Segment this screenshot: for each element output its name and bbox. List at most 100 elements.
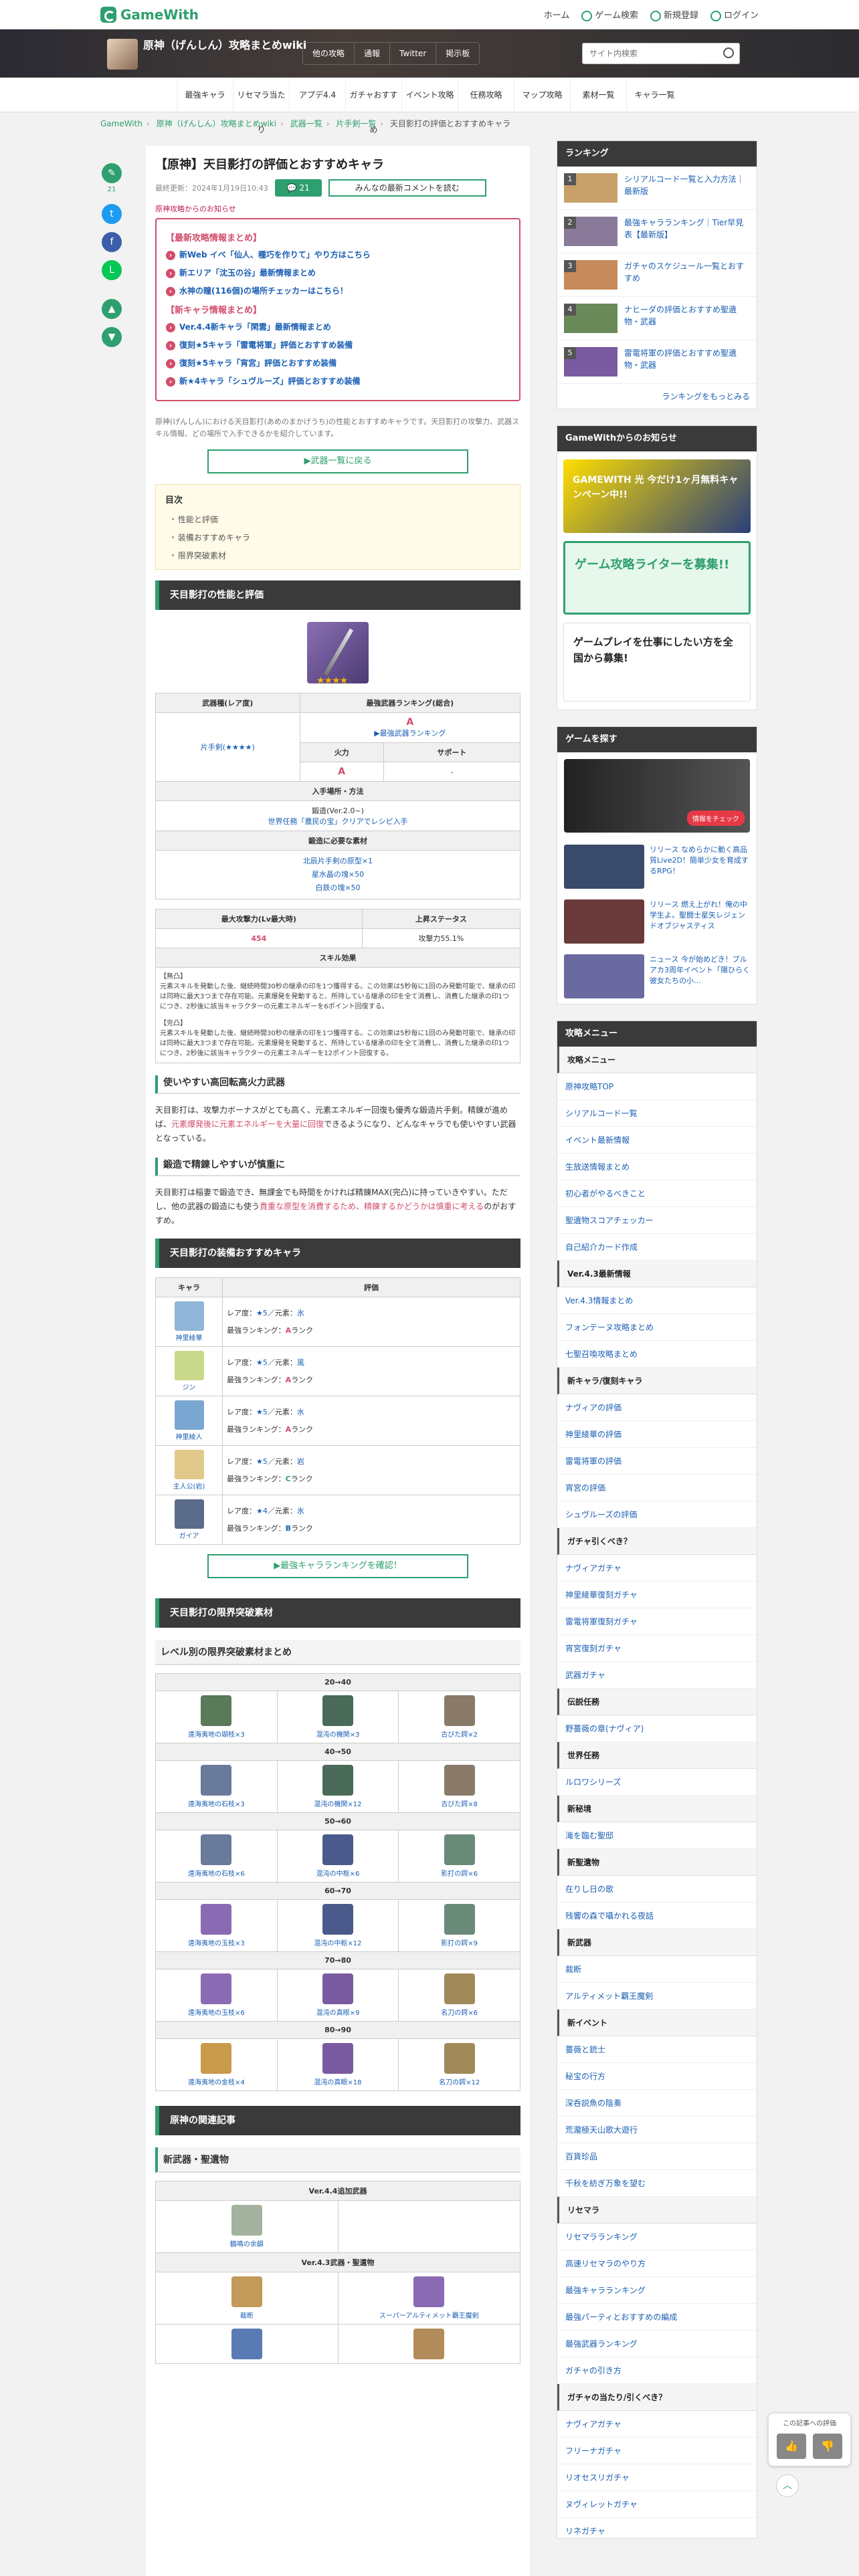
menu-item[interactable]: 在りし日の歌 <box>557 1876 757 1903</box>
material-name[interactable]: 古びた鍔×2 <box>403 1729 516 1739</box>
menu-item[interactable]: 原神攻略TOP <box>557 1073 757 1100</box>
material-name[interactable]: 混沌の中枢×12 <box>282 1937 395 1947</box>
thumbs-up-icon[interactable]: ▲ <box>102 299 122 319</box>
char-name[interactable]: ジン <box>160 1382 218 1392</box>
menu-item[interactable]: ガチャの引き方 <box>557 2357 757 2384</box>
menu-item[interactable]: 残響の森で囁かれる夜話 <box>557 1903 757 1929</box>
material-icon[interactable] <box>201 2043 232 2074</box>
char-icon[interactable] <box>174 1351 204 1380</box>
material-icon[interactable] <box>322 1834 353 1865</box>
notice-link[interactable]: 新Web イベ「仙人、種巧を作りて」やり方はこちら <box>166 249 510 260</box>
catnav-item[interactable]: キャラ一覧 <box>626 78 682 112</box>
twitter-share-icon[interactable]: t <box>102 204 122 224</box>
material-name[interactable]: 名刀の鍔×6 <box>403 2007 516 2017</box>
menu-item[interactable]: 最強パーティとおすすめの編成 <box>557 2304 757 2331</box>
search-input[interactable] <box>583 43 710 64</box>
wiki-title[interactable]: 原神（げんしん）攻略まとめwiki <box>143 37 317 53</box>
toc-item[interactable]: 性能と評価 <box>171 514 510 525</box>
menu-item[interactable]: リセマラランキング <box>557 2224 757 2250</box>
game-item[interactable]: リリース なめらかに動く高品質Live2D！簡単少女を育成するRPG！ <box>557 839 757 894</box>
menu-item[interactable]: 荒瀧極天山歌大遊行 <box>557 2117 757 2143</box>
menu-item[interactable]: リネガチャ <box>557 2518 757 2538</box>
read-comments-button[interactable]: みんなの最新コメントを読む <box>328 179 486 197</box>
char-icon[interactable] <box>174 1499 204 1529</box>
menu-item[interactable]: 千秋を紡ぎ万象を望む <box>557 2170 757 2197</box>
banner-hikari[interactable]: GAMEWITH 光 今だけ1ヶ月無料キャンペーン中!! <box>563 459 751 533</box>
material-name[interactable]: 混沌の中枢×6 <box>282 1868 395 1878</box>
notice-link[interactable]: 新エリア「沈玉の谷」最新情報まとめ <box>166 267 510 278</box>
material-icon[interactable] <box>201 1765 232 1796</box>
catnav-item[interactable]: 任務攻略 <box>458 78 514 112</box>
artifact-icon[interactable] <box>413 2329 445 2359</box>
related-link[interactable]: 裁断 <box>160 2310 334 2320</box>
notice-link[interactable]: 水神の瞳(116個)の場所チェッカーはこちら！ <box>166 285 510 296</box>
menu-item[interactable]: 最強武器ランキング <box>557 2331 757 2357</box>
menu-item[interactable]: ナヴィアガチャ <box>557 1555 757 1582</box>
material-icon[interactable] <box>322 1695 353 1726</box>
material-icon[interactable] <box>444 1765 475 1796</box>
material-icon[interactable] <box>444 1834 475 1865</box>
material-name[interactable]: 遠海夷地の玉枝×6 <box>160 2007 273 2017</box>
menu-item[interactable]: ヌヴィレットガチャ <box>557 2491 757 2518</box>
menu-item[interactable]: Ver.4.3情報まとめ <box>557 1287 757 1314</box>
menu-item[interactable]: 百貨珍品 <box>557 2143 757 2170</box>
catnav-item[interactable]: リセマラ当たり <box>233 78 289 134</box>
material-name[interactable]: 混沌の真眼×18 <box>282 2076 395 2086</box>
game-item[interactable]: ニュース 今が始めどき！ブルアカ3周年イベント「陽ひらく彼女たちの小… <box>557 949 757 1004</box>
game-feature-cta[interactable]: 情報をチェック <box>687 811 745 826</box>
toc-item[interactable]: 限界突破素材 <box>171 550 510 561</box>
comment-count-button[interactable]: 💬 21 <box>274 179 322 197</box>
search-icon[interactable] <box>723 47 734 58</box>
material-icon[interactable] <box>201 1904 232 1935</box>
material-name[interactable]: 影打の鍔×6 <box>403 1868 516 1878</box>
ranking-more-link[interactable]: ランキングをもっとみる <box>557 384 757 409</box>
game-item[interactable]: リリース 燃え上がれ！俺の中学生よ。聖闘士星矢レジェンドオブジャスティス <box>557 894 757 949</box>
menu-item[interactable]: 宵宮の評価 <box>557 1475 757 1501</box>
catnav-item[interactable]: ガチャおすすめ <box>345 78 401 134</box>
menu-item[interactable]: 神里綾華復刻ガチャ <box>557 1582 757 1608</box>
toplink-home[interactable]: ホーム <box>544 8 570 21</box>
catnav-item[interactable]: 素材一覧 <box>570 78 626 112</box>
material-name[interactable]: 遠海夷地の石枝×3 <box>160 1798 273 1808</box>
ranking-item[interactable]: 2 最強キャラランキング｜Tier早見表【最新版】 <box>557 210 757 253</box>
char-ranking-button[interactable]: ▶最強キャラランキングを確認！ <box>207 1554 468 1578</box>
notice-link[interactable]: 復刻★5キャラ「宵宮」評価とおすすめ装備 <box>166 357 510 368</box>
menu-item[interactable]: 生放送情報まとめ <box>557 1154 757 1180</box>
forge-material[interactable]: 北辰片手剣の原型×1 <box>160 855 516 868</box>
catnav-item[interactable]: 最強キャラ <box>177 78 233 112</box>
menu-item[interactable]: 深呑説魚の陰奏 <box>557 2090 757 2117</box>
char-name[interactable]: 主人公(岩) <box>160 1481 218 1491</box>
material-name[interactable]: 混沌の機関×12 <box>282 1798 395 1808</box>
weapon-icon[interactable] <box>413 2276 445 2307</box>
wiki-nav-report[interactable]: 通報 <box>355 43 391 64</box>
weapon-icon[interactable] <box>231 2205 262 2236</box>
banner-writer[interactable]: ゲーム攻略ライターを募集!! <box>563 541 751 615</box>
material-icon[interactable] <box>322 1973 353 2004</box>
forge-material[interactable]: 白鉄の塊×50 <box>160 881 516 895</box>
menu-item[interactable]: ナヴィアガチャ <box>557 2411 757 2438</box>
breadcrumb-item[interactable]: 武器一覧 <box>290 119 322 128</box>
material-icon[interactable] <box>444 1695 475 1726</box>
material-name[interactable]: 混沌の真眼×9 <box>282 2007 395 2017</box>
menu-item[interactable]: イベント最新情報 <box>557 1127 757 1154</box>
material-icon[interactable] <box>444 1904 475 1935</box>
material-icon[interactable] <box>201 1834 232 1865</box>
char-icon[interactable] <box>174 1301 204 1331</box>
material-name[interactable]: 混沌の機関×3 <box>282 1729 395 1739</box>
weapon-ranking-link[interactable]: ▶最強武器ランキング <box>304 728 516 738</box>
ranking-item[interactable]: 3 ガチャのスケジュール一覧とおすすめ <box>557 253 757 297</box>
menu-item[interactable]: 神里綾華の評価 <box>557 1421 757 1448</box>
material-name[interactable]: 名刀の鍔×12 <box>403 2076 516 2086</box>
menu-item[interactable]: フォンテーヌ攻略まとめ <box>557 1314 757 1341</box>
menu-item[interactable]: フリーナガチャ <box>557 2438 757 2464</box>
menu-item[interactable]: リオセスリガチャ <box>557 2464 757 2491</box>
menu-item[interactable]: 初心者がやるべきこと <box>557 1180 757 1207</box>
breadcrumb-item[interactable]: 原神（げんしん）攻略まとめwiki <box>157 119 276 128</box>
notice-link[interactable]: 新★4キャラ「シュヴルーズ」評価とおすすめ装備 <box>166 375 510 387</box>
material-icon[interactable] <box>322 2043 353 2074</box>
material-icon[interactable] <box>322 1765 353 1796</box>
menu-item[interactable]: シュヴルーズの評価 <box>557 1501 757 1528</box>
wiki-thumbnail[interactable] <box>107 39 138 70</box>
wiki-nav-board[interactable]: 掲示板 <box>436 43 479 64</box>
line-share-icon[interactable]: L <box>102 260 122 280</box>
